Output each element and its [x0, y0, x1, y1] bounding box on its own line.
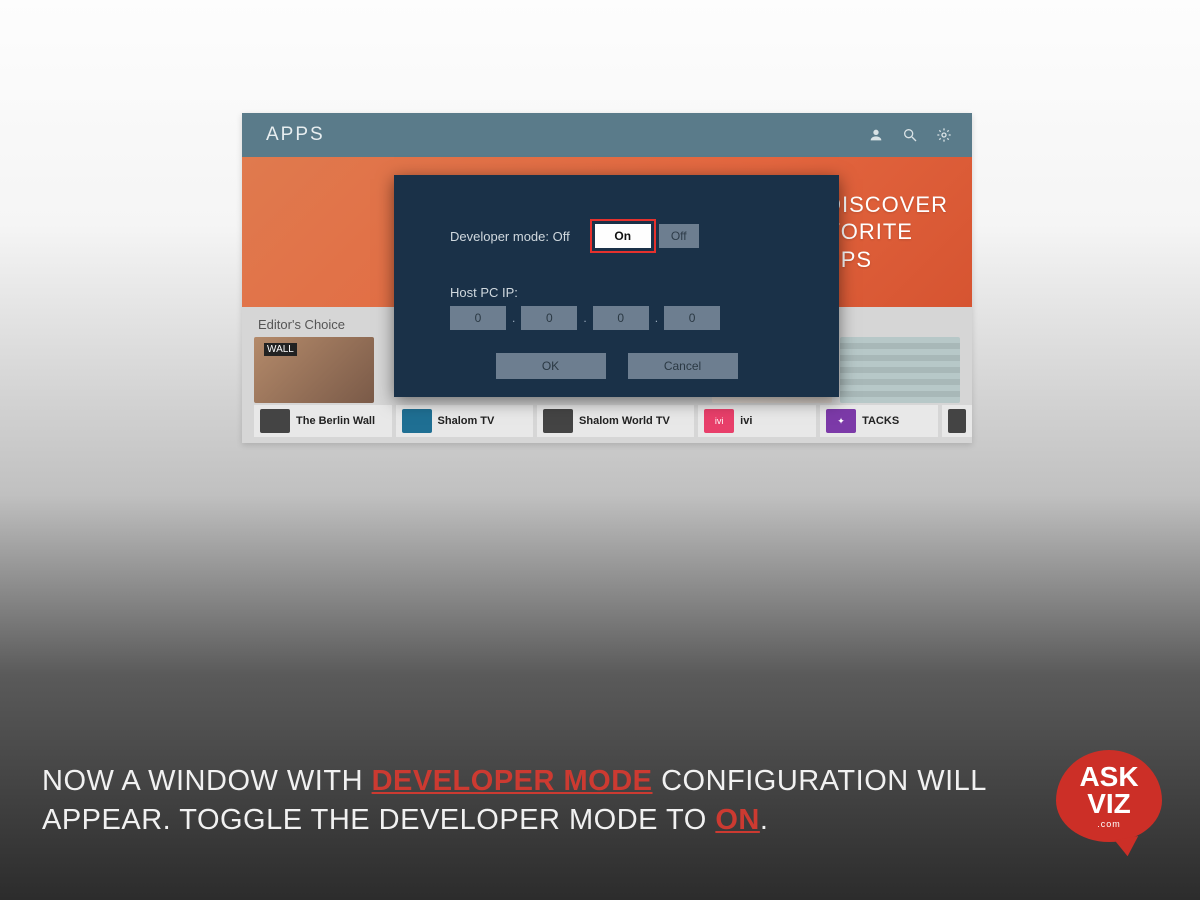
hero-text: DISCOVER VORITE PPS [825, 191, 948, 274]
caption-part: . [760, 804, 769, 836]
developer-mode-dialog: Developer mode: Off On Off Host PC IP: 0… [394, 175, 839, 397]
host-pc-ip-label: Host PC IP: [450, 285, 720, 300]
ok-button[interactable]: OK [496, 353, 606, 379]
app-tile[interactable]: iviivi [698, 405, 816, 437]
apps-title: APPS [266, 124, 325, 146]
logo-line3: .com [1097, 819, 1121, 829]
hero-line3: PPS [825, 246, 948, 274]
editors-tile[interactable] [254, 337, 374, 403]
cancel-button[interactable]: Cancel [628, 353, 738, 379]
ip-input-row: 0. 0. 0. 0 [450, 306, 720, 330]
ip-octet-input[interactable]: 0 [521, 306, 577, 330]
user-icon[interactable] [868, 127, 884, 143]
editors-tile[interactable] [840, 337, 960, 403]
developer-mode-label: Developer mode: Off [450, 229, 570, 244]
on-button[interactable]: On [595, 224, 651, 248]
ip-octet-input[interactable]: 0 [593, 306, 649, 330]
instruction-caption: NOW A WINDOW WITH DEVELOPER MODE CONFIGU… [42, 762, 1000, 840]
highlight-box: On [590, 219, 656, 253]
off-button[interactable]: Off [659, 224, 699, 248]
search-icon[interactable] [902, 127, 918, 143]
tv-topbar: APPS [242, 113, 972, 157]
app-tile[interactable]: Shalom World TV [537, 405, 694, 437]
gear-icon[interactable] [936, 127, 952, 143]
app-tile[interactable]: Shalom TV [396, 405, 534, 437]
caption-part: NOW A WINDOW WITH [42, 765, 372, 797]
hero-line2: VORITE [825, 218, 948, 246]
logo-line1: ASK [1079, 763, 1138, 791]
hero-line1: DISCOVER [825, 191, 948, 219]
app-tile[interactable] [942, 405, 972, 437]
app-tile[interactable]: The Berlin Wall [254, 405, 392, 437]
ip-octet-input[interactable]: 0 [664, 306, 720, 330]
editors-choice-label: Editor's Choice [258, 317, 345, 332]
ip-octet-input[interactable]: 0 [450, 306, 506, 330]
logo-line2: VIZ [1087, 791, 1131, 816]
caption-highlight: ON [715, 804, 760, 836]
app-strip: The Berlin Wall Shalom TV Shalom World T… [254, 405, 972, 437]
caption-highlight: DEVELOPER MODE [372, 765, 653, 797]
app-tile[interactable]: ✦TACKS [820, 405, 938, 437]
askviz-logo: ASK VIZ .com [1056, 750, 1166, 860]
tv-screenshot: APPS DISCOVER VORITE PPS Editor's Choice… [242, 113, 972, 443]
